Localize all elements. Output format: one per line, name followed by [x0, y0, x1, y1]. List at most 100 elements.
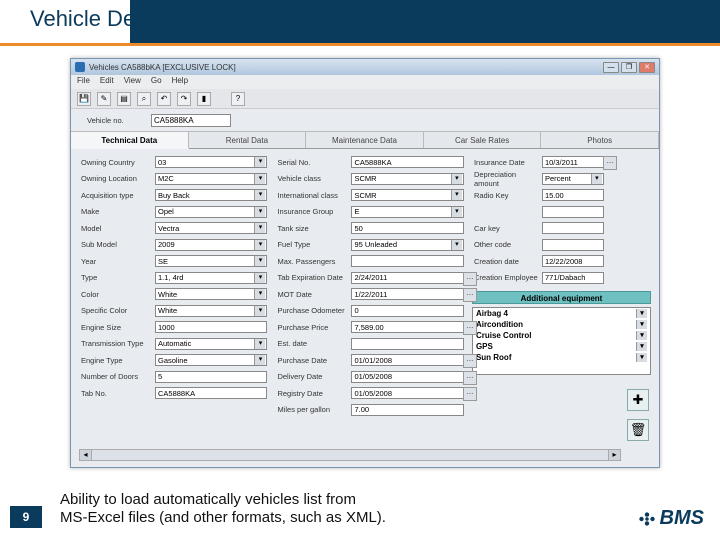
col1-label: Color — [79, 290, 155, 299]
tab-technical-data[interactable]: Technical Data — [71, 132, 189, 149]
col2-label: Serial No. — [275, 158, 351, 167]
col2-field[interactable]: SCMR — [351, 189, 463, 201]
col2-field[interactable]: CA5888KA — [351, 156, 463, 168]
equipment-header: Additional equipment — [472, 291, 651, 304]
col1-field[interactable]: Opel — [155, 206, 267, 218]
col2-label: MOT Date — [275, 290, 351, 299]
col3-label: Depreciation amount — [472, 170, 542, 188]
h-scrollbar[interactable]: ◂ ▸ — [79, 449, 621, 461]
col2-field[interactable]: SCMR — [351, 173, 463, 185]
scroll-right-icon[interactable]: ▸ — [608, 450, 620, 460]
equipment-item[interactable]: Aircondition — [473, 319, 650, 330]
col2-field[interactable]: 2/24/2011 — [351, 272, 463, 284]
col3-field[interactable]: 15.00 — [542, 189, 604, 201]
col2-field[interactable]: 95 Unleaded — [351, 239, 463, 251]
tab-rental-data[interactable]: Rental Data — [189, 132, 307, 148]
col2-field[interactable]: 50 — [351, 222, 463, 234]
find-icon[interactable]: ⌕ — [137, 92, 151, 106]
col1-field[interactable]: M2C — [155, 173, 267, 185]
equipment-item[interactable]: Airbag 4 — [473, 308, 650, 319]
menu-file[interactable]: File — [77, 76, 90, 88]
col2-field[interactable]: 01/05/2008 — [351, 371, 463, 383]
col1-field[interactable]: Vectra — [155, 222, 267, 234]
col1-field[interactable]: 2009 — [155, 239, 267, 251]
col2-label: Purchase Odometer — [275, 306, 351, 315]
col2-field[interactable] — [351, 338, 463, 350]
col2-field[interactable]: 0 — [351, 305, 463, 317]
col1-label: Model — [79, 224, 155, 233]
col1-field[interactable]: 1.1, 4rd — [155, 272, 267, 284]
col2-label: Insurance Group — [275, 207, 351, 216]
tab-car-sale-rates[interactable]: Car Sale Rates — [424, 132, 542, 148]
save-icon[interactable]: 💾 — [77, 92, 91, 106]
col3-label: Other code — [472, 240, 542, 249]
col2-field[interactable]: E — [351, 206, 463, 218]
col3-field[interactable] — [542, 206, 604, 218]
menu-view[interactable]: View — [124, 76, 141, 88]
scroll-left-icon[interactable]: ◂ — [80, 450, 92, 460]
tab-photos[interactable]: Photos — [541, 132, 659, 148]
page-title: Vehicle Details — [30, 6, 720, 32]
col2-field[interactable]: 01/05/2008 — [351, 387, 463, 399]
doc-icon[interactable]: ▤ — [117, 92, 131, 106]
col2-label: Max. Passengers — [275, 257, 351, 266]
delete-equipment-button[interactable]: 🗑 — [627, 419, 649, 441]
chart-icon[interactable]: ▮ — [197, 92, 211, 106]
menu-help[interactable]: Help — [172, 76, 188, 88]
tab-maintenance-data[interactable]: Maintenance Data — [306, 132, 424, 148]
col2-label: Est. date — [275, 339, 351, 348]
col1-field[interactable]: 1000 — [155, 321, 267, 333]
col2-field[interactable]: 7.00 — [351, 404, 463, 416]
col1-field[interactable]: Gasoline — [155, 354, 267, 366]
add-equipment-button[interactable]: ✚ — [627, 389, 649, 411]
help-icon[interactable]: ? — [231, 92, 245, 106]
equipment-item[interactable]: Cruise Control — [473, 330, 650, 341]
col1-field[interactable]: Automatic — [155, 338, 267, 350]
vehicle-window: Vehicles CA588bKA [EXCLUSIVE LOCK] — ❐ ✕… — [70, 58, 660, 468]
col3-field[interactable]: 771/Dabach — [542, 272, 604, 284]
toolbar: 💾 ✎ ▤ ⌕ ↶ ↷ ▮ ? — [71, 89, 659, 109]
equipment-item[interactable]: Sun Roof — [473, 352, 650, 363]
minimize-button[interactable]: — — [603, 62, 619, 73]
col1-label: Acquisition type — [79, 191, 155, 200]
back-icon[interactable]: ↶ — [157, 92, 171, 106]
equipment-item[interactable]: GPS — [473, 341, 650, 352]
col3-field[interactable]: 10/3/2011 — [542, 156, 604, 168]
col3-label: Radio Key — [472, 191, 542, 200]
col2-label: International class — [275, 191, 351, 200]
col1-field[interactable]: CA5888KA — [155, 387, 267, 399]
col1-label: Type — [79, 273, 155, 282]
col3-label: Car key — [472, 224, 542, 233]
col2-field[interactable] — [351, 255, 463, 267]
col2-label: Purchase Date — [275, 356, 351, 365]
tabs: Technical Data Rental Data Maintenance D… — [71, 131, 659, 149]
vehicle-no-input[interactable] — [151, 114, 231, 127]
close-button[interactable]: ✕ — [639, 62, 655, 73]
fwd-icon[interactable]: ↷ — [177, 92, 191, 106]
col3-field[interactable]: Percent — [542, 173, 604, 185]
col1-field[interactable]: Buy Back — [155, 189, 267, 201]
col1-label: Specific Color — [79, 306, 155, 315]
col2-field[interactable]: 1/22/2011 — [351, 288, 463, 300]
col3-label: Insurance Date — [472, 158, 542, 167]
page-number: 9 — [10, 506, 42, 528]
col1-field[interactable]: White — [155, 305, 267, 317]
col1-field[interactable]: SE — [155, 255, 267, 267]
equipment-list[interactable]: Airbag 4AirconditionCruise ControlGPSSun… — [472, 307, 651, 375]
new-icon[interactable]: ✎ — [97, 92, 111, 106]
col3-field[interactable] — [542, 222, 604, 234]
col3-label: Creation Employee — [472, 273, 542, 282]
bms-logo: BMS — [636, 507, 704, 530]
col1-field[interactable]: White — [155, 288, 267, 300]
maximize-button[interactable]: ❐ — [621, 62, 637, 73]
col3-field[interactable]: 12/22/2008 — [542, 255, 604, 267]
col1-field[interactable]: 03 — [155, 156, 267, 168]
col3-field[interactable] — [542, 239, 604, 251]
col1-field[interactable]: 5 — [155, 371, 267, 383]
col2-field[interactable]: 01/01/2008 — [351, 354, 463, 366]
menu-go[interactable]: Go — [151, 76, 162, 88]
caption: Ability to load automatically vehicles l… — [60, 491, 386, 529]
col3-label: Creation date — [472, 257, 542, 266]
col2-field[interactable]: 7,589.00 — [351, 321, 463, 333]
menu-edit[interactable]: Edit — [100, 76, 114, 88]
